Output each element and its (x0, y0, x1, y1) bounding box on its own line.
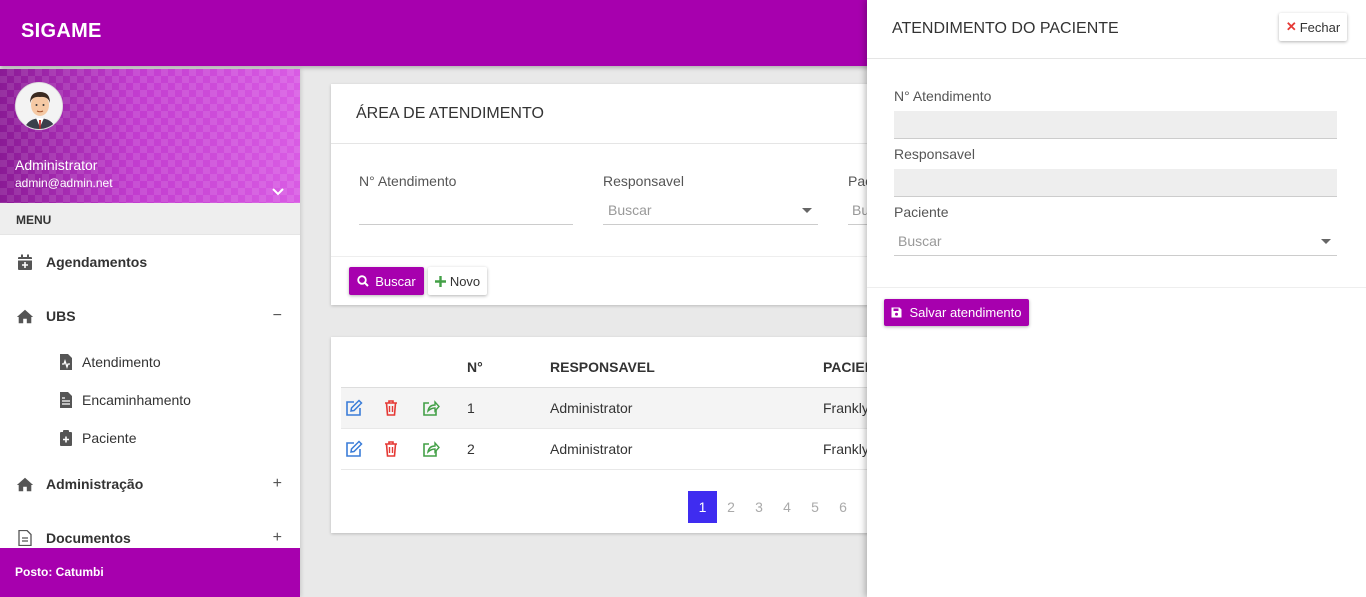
table-row: 1 Administrator Frankly (341, 388, 881, 429)
save-icon (891, 307, 902, 318)
plus-icon (434, 275, 446, 287)
pagination: 1 2 3 4 5 6 (688, 491, 857, 523)
sidebar-subitem-atendimento[interactable]: Atendimento (0, 343, 300, 381)
sidebar-item-agendamentos[interactable]: Agendamentos (0, 235, 300, 289)
atendimento-input[interactable] (359, 224, 573, 225)
divider (331, 256, 891, 257)
calendar-plus-icon (16, 253, 34, 271)
atendimento-input[interactable] (894, 111, 1337, 139)
sidebar-item-label: Agendamentos (46, 254, 148, 270)
edit-icon[interactable] (345, 440, 363, 458)
user-info: Administrator admin@admin.net (0, 69, 300, 203)
search-card: ÁREA DE ATENDIMENTO N° Atendimento Respo… (331, 84, 891, 305)
sidebar-item-label: Documentos (46, 530, 131, 546)
cell-paciente: Frankly (823, 441, 869, 457)
sidebar-subitem-label: Paciente (82, 430, 137, 446)
home-icon (16, 307, 34, 325)
sidebar: Administrator admin@admin.net MENU Agend… (0, 69, 300, 597)
save-button[interactable]: Salvar atendimento (884, 299, 1029, 326)
sidebar-subitem-paciente[interactable]: Paciente (0, 419, 300, 457)
panel-header: ATENDIMENTO DO PACIENTE ✕ Fechar (867, 0, 1366, 59)
caret-down-icon (1321, 239, 1331, 244)
expand-icon[interactable]: + (273, 475, 282, 493)
share-icon[interactable] (422, 440, 440, 458)
atendimento-label: N° Atendimento (894, 88, 992, 104)
sidebar-item-administracao[interactable]: Administração + (0, 457, 300, 511)
expand-icon[interactable]: + (273, 529, 282, 547)
table-row: 2 Administrator Frankly (341, 429, 881, 470)
page-3[interactable]: 3 (745, 491, 773, 523)
share-icon[interactable] (422, 399, 440, 417)
cell-responsavel: Administrator (550, 400, 633, 416)
responsavel-select[interactable]: Buscar (608, 202, 652, 218)
results-card: N° RESPONSAVEL PACIEN 1 Administrator Fr… (331, 337, 891, 533)
close-button[interactable]: ✕ Fechar (1279, 13, 1347, 41)
file-medical-alt-icon (59, 392, 73, 408)
avatar (15, 82, 63, 130)
responsavel-underline (603, 224, 818, 225)
page-2[interactable]: 2 (717, 491, 745, 523)
cell-numero: 2 (467, 441, 475, 457)
page-1[interactable]: 1 (688, 491, 717, 523)
responsavel-input[interactable] (894, 169, 1337, 197)
close-icon: ✕ (1285, 19, 1297, 34)
menu-header: MENU (0, 203, 300, 235)
novo-button[interactable]: Novo (428, 267, 487, 295)
column-header-numero: N° (467, 359, 483, 375)
close-label: Fechar (1299, 19, 1341, 35)
sidebar-subitem-encaminhamento[interactable]: Encaminhamento (0, 381, 300, 419)
file-icon (16, 529, 34, 547)
buscar-button[interactable]: Buscar (349, 267, 424, 295)
trash-icon[interactable] (382, 440, 400, 458)
sidebar-item-ubs[interactable]: UBS − (0, 289, 300, 343)
column-header-responsavel: RESPONSAVEL (550, 359, 655, 375)
responsavel-label: Responsavel (894, 146, 975, 162)
novo-label: Novo (449, 273, 481, 289)
buscar-label: Buscar (375, 273, 416, 289)
trash-icon[interactable] (382, 399, 400, 417)
sidebar-subitem-label: Atendimento (82, 354, 161, 370)
chevron-down-icon[interactable] (272, 183, 284, 199)
caret-down-icon (802, 208, 812, 213)
home-icon (16, 475, 34, 493)
sidebar-item-label: UBS (46, 308, 76, 324)
page-5[interactable]: 5 (801, 491, 829, 523)
search-icon (357, 275, 369, 287)
paciente-label: Paciente (894, 204, 949, 220)
clipboard-plus-icon (59, 430, 73, 446)
cell-paciente: Frankly (823, 400, 869, 416)
sidebar-subitem-label: Encaminhamento (82, 392, 191, 408)
paciente-underline (894, 255, 1337, 256)
paciente-select[interactable]: Buscar (898, 233, 942, 249)
panel-title: ATENDIMENTO DO PACIENTE (892, 20, 1119, 37)
cell-numero: 1 (467, 400, 475, 416)
card-title: ÁREA DE ATENDIMENTO (331, 84, 891, 144)
user-name: Administrator (15, 157, 98, 173)
file-medical-icon (59, 354, 73, 370)
collapse-icon[interactable]: − (273, 307, 282, 325)
page-4[interactable]: 4 (773, 491, 801, 523)
atendimento-label: N° Atendimento (359, 173, 457, 189)
cell-responsavel: Administrator (550, 441, 633, 457)
posto-footer: Posto: Catumbi (0, 548, 300, 597)
save-label: Salvar atendimento (909, 305, 1022, 320)
sidebar-item-label: Administração (46, 476, 144, 492)
responsavel-label: Responsavel (603, 173, 684, 189)
atendimento-panel: ATENDIMENTO DO PACIENTE ✕ Fechar N° Aten… (867, 0, 1366, 597)
divider (867, 287, 1366, 288)
brand-title[interactable]: SIGAME (21, 20, 102, 43)
page-6[interactable]: 6 (829, 491, 857, 523)
edit-icon[interactable] (345, 399, 363, 417)
user-email: admin@admin.net (15, 176, 113, 190)
